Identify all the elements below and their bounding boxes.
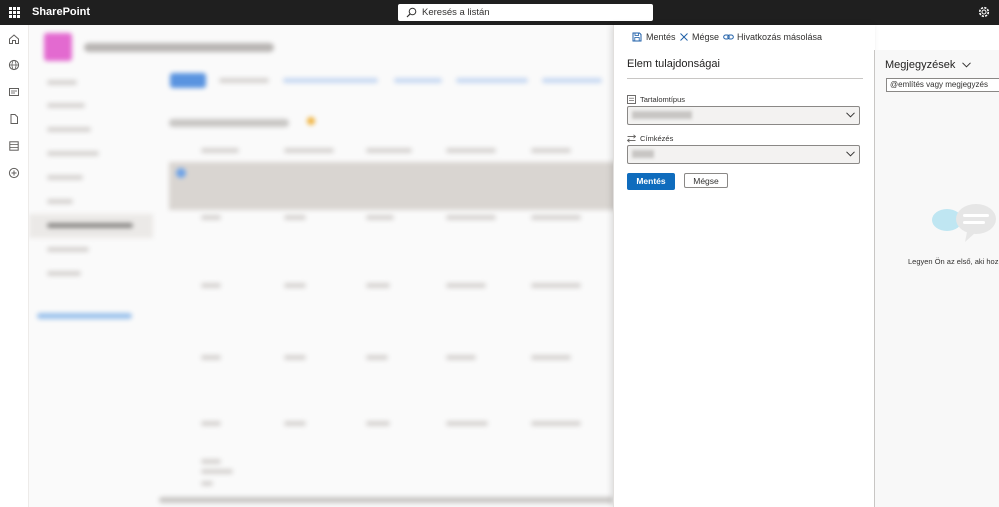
panel-title: Elem tulajdonságai [627,58,720,70]
comments-pane: Megjegyzések @említés vagy megjegyzés Le… [874,50,999,507]
content-type-label: Tartalomtípus [627,95,747,105]
save-command-label: Mentés [646,32,676,42]
copy-link-label: Hivatkozás másolása [737,32,823,42]
app-bar [0,25,29,507]
item-properties-panel: Mentés Mégse Hivatkozás másolása Elem tu… [613,25,875,507]
background-list-page [29,25,613,507]
labeling-dropdown[interactable] [627,145,860,164]
app-name[interactable]: SharePoint [32,6,90,18]
search-placeholder: Keresés a listán [422,7,490,18]
content-type-value-blurred [632,111,692,119]
chevron-down-icon [962,62,971,68]
save-button[interactable]: Mentés [627,173,675,190]
content-type-dropdown[interactable] [627,106,860,125]
comments-header[interactable]: Megjegyzések [885,59,971,71]
globe-icon[interactable] [8,59,20,71]
comment-input[interactable]: @említés vagy megjegyzés [886,78,999,92]
cancel-button[interactable]: Mégse [684,173,728,188]
file-icon[interactable] [8,113,20,125]
search-box[interactable]: Keresés a listán [398,4,653,21]
labeling-label: Címkézés [627,134,747,144]
comments-title: Megjegyzések [885,59,956,71]
close-icon [680,33,688,41]
labeling-value-blurred [632,150,654,158]
gear-icon[interactable] [977,5,991,19]
app-launcher-icon[interactable] [9,7,20,18]
comments-illustration-icon [932,204,996,242]
lists-icon[interactable] [8,140,20,152]
content-type-icon [627,95,636,104]
home-icon[interactable] [8,33,20,45]
search-icon [406,7,417,18]
suite-header: SharePoint Keresés a listán [0,0,999,25]
save-icon [632,32,642,42]
chevron-down-icon [846,112,855,118]
copy-link-command[interactable]: Hivatkozás másolása [723,32,822,44]
cancel-command[interactable]: Mégse [679,32,721,44]
save-command[interactable]: Mentés [632,32,680,44]
chevron-down-icon [846,151,855,157]
cancel-command-label: Mégse [692,32,720,42]
link-icon [723,34,734,40]
comments-empty-text: Legyen Ön az első, aki hoz [908,257,999,266]
add-circle-icon[interactable] [8,167,20,179]
panel-command-bar: Mentés Mégse Hivatkozás másolása [614,25,999,50]
title-divider [627,78,863,79]
labeling-icon [627,134,636,143]
news-icon[interactable] [8,86,20,98]
